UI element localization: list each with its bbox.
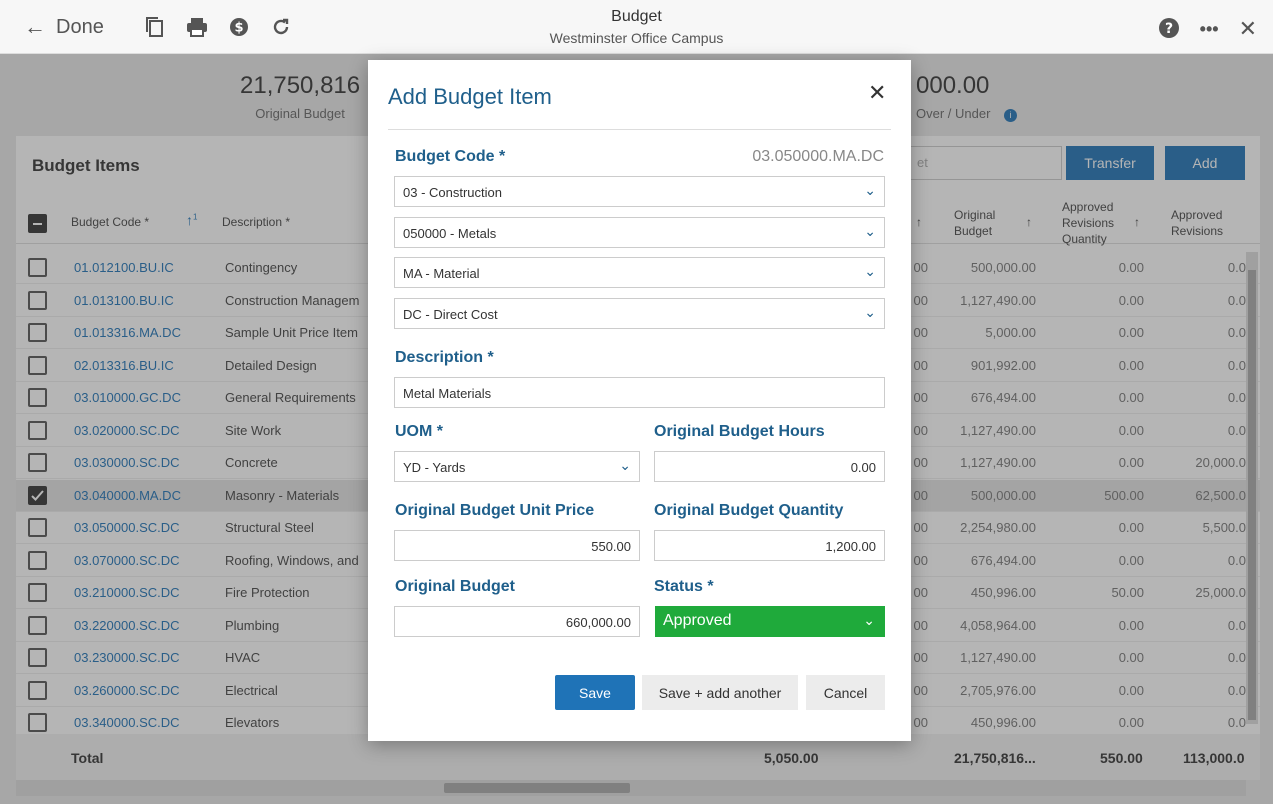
page-title: Budget <box>611 8 662 25</box>
select-value: DC - Direct Cost <box>403 307 498 322</box>
quantity-label: Original Budget Quantity <box>654 502 844 519</box>
uom-select[interactable]: YD - Yards ⌄ <box>394 451 640 482</box>
chevron-down-icon: ⌄ <box>864 263 876 279</box>
divider <box>388 129 891 130</box>
svg-text:?: ? <box>1165 21 1173 37</box>
budget-code-label: Budget Code * <box>395 148 506 165</box>
quantity-field[interactable]: 1,200.00 <box>654 530 885 561</box>
chevron-down-icon: ⌄ <box>864 223 876 239</box>
hours-label: Original Budget Hours <box>654 423 825 440</box>
cost-code-select[interactable]: 050000 - Metals ⌄ <box>394 217 885 248</box>
original-budget-field[interactable]: 660,000.00 <box>394 606 640 637</box>
cost-type-select[interactable]: DC - Direct Cost ⌄ <box>394 298 885 329</box>
chevron-down-icon: ⌄ <box>864 182 876 198</box>
page-subtitle: Westminster Office Campus <box>549 30 724 46</box>
description-field[interactable]: Metal Materials <box>394 377 885 408</box>
budget-code-value: 03.050000.MA.DC <box>752 148 884 165</box>
category-select[interactable]: MA - Material ⌄ <box>394 257 885 288</box>
help-icon[interactable]: ? <box>1158 17 1180 42</box>
uom-label: UOM * <box>395 423 443 440</box>
status-select[interactable]: Approved ⌄ <box>655 606 885 637</box>
chevron-down-icon: ⌄ <box>619 457 631 473</box>
close-icon[interactable]: ✕ <box>1239 16 1257 42</box>
save-add-another-button[interactable]: Save + add another <box>642 675 798 710</box>
unit-price-label: Original Budget Unit Price <box>395 502 595 519</box>
status-label: Status * <box>654 578 714 595</box>
hours-field[interactable]: 0.00 <box>654 451 885 482</box>
status-value: Approved <box>663 612 732 629</box>
description-label: Description * <box>395 349 494 366</box>
original-budget-label: Original Budget <box>395 578 515 595</box>
chevron-down-icon: ⌄ <box>864 304 876 320</box>
select-value: 050000 - Metals <box>403 226 497 241</box>
dialog-title: Add Budget Item <box>388 84 552 109</box>
chevron-down-icon: ⌄ <box>863 612 875 628</box>
unit-price-field[interactable]: 550.00 <box>394 530 640 561</box>
close-dialog-icon[interactable]: ✕ <box>868 80 886 106</box>
more-icon[interactable]: ••• <box>1200 19 1219 40</box>
division-select[interactable]: 03 - Construction ⌄ <box>394 176 885 207</box>
select-value: 03 - Construction <box>403 185 502 200</box>
top-bar: ← Done $ Budget Westminster Office Campu… <box>0 0 1273 54</box>
select-value: YD - Yards <box>403 460 466 475</box>
add-budget-item-dialog: Add Budget Item ✕ Budget Code * 03.05000… <box>368 60 911 741</box>
cancel-button[interactable]: Cancel <box>806 675 885 710</box>
save-button[interactable]: Save <box>555 675 635 710</box>
select-value: MA - Material <box>403 266 480 281</box>
